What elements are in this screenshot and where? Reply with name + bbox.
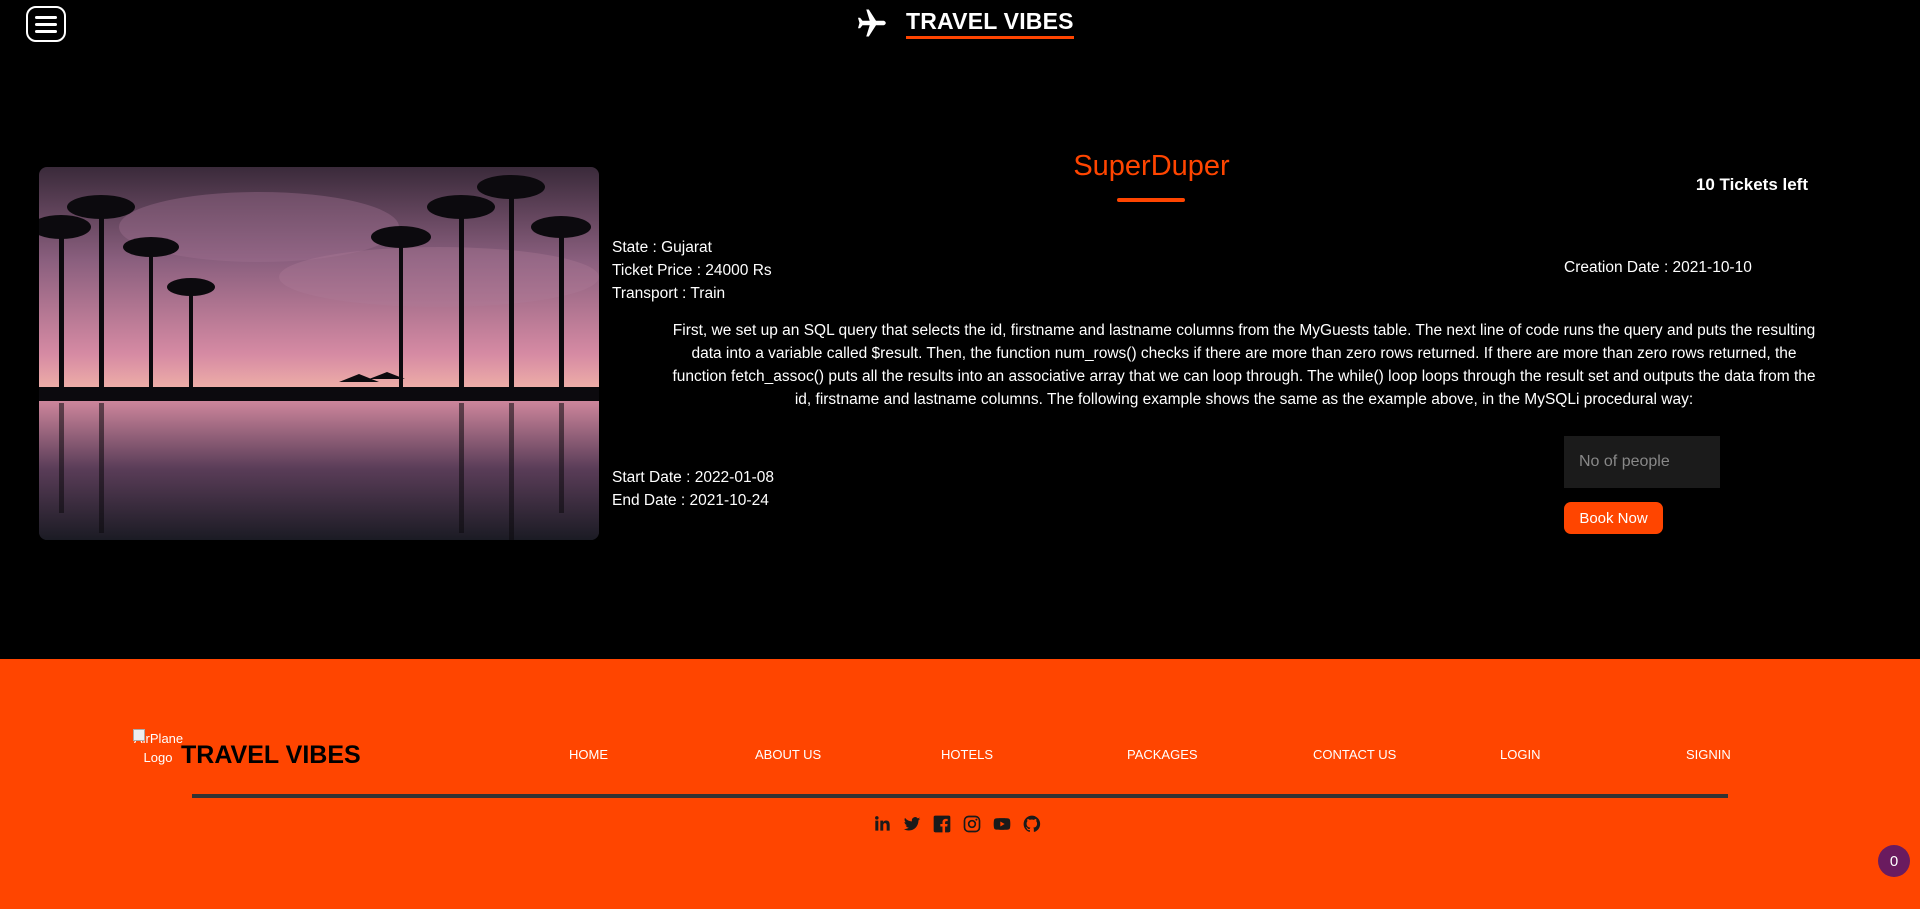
social-links (872, 814, 1042, 834)
youtube-icon[interactable] (992, 814, 1012, 834)
creation-date: Creation Date : 2021-10-10 (1564, 259, 1752, 276)
footer-link-hotels[interactable]: HOTELS (941, 747, 993, 762)
brand-title: TRAVEL VIBES (906, 8, 1074, 39)
package-description: First, we set up an SQL query that selec… (672, 322, 1816, 408)
book-now-button[interactable]: Book Now (1564, 502, 1663, 534)
instagram-icon[interactable] (962, 814, 982, 834)
transport-text: Transport : Train (612, 285, 726, 302)
broken-image-icon (133, 729, 145, 741)
tickets-left: 10 Tickets left (1695, 175, 1808, 194)
twitter-icon[interactable] (902, 814, 922, 834)
header-brand[interactable]: TRAVEL VIBES (852, 6, 1074, 40)
people-count-input[interactable] (1564, 436, 1720, 488)
menu-button[interactable] (26, 6, 66, 42)
footer-brand: TRAVEL VIBES (181, 741, 361, 769)
package-dates: Start Date : 2022-01-08 End Date : 2021-… (612, 466, 774, 512)
price-text: Ticket Price : 24000 Rs (612, 262, 772, 279)
footer-link-packages[interactable]: PACKAGES (1127, 747, 1198, 762)
notification-badge[interactable]: 0 (1878, 845, 1910, 877)
title-underline (1117, 198, 1185, 202)
state-text: State : Gujarat (612, 239, 712, 256)
footer-divider (192, 794, 1728, 798)
footer-logo: AirPlane Logo (133, 729, 183, 767)
footer-link-contact[interactable]: CONTACT US (1313, 747, 1396, 762)
package-title: SuperDuper (1073, 150, 1230, 182)
hamburger-icon (35, 15, 57, 19)
footer-link-login[interactable]: LOGIN (1500, 747, 1540, 762)
start-date: Start Date : 2022-01-08 (612, 469, 774, 486)
footer: AirPlane Logo TRAVEL VIBES HOME ABOUT US… (0, 659, 1920, 909)
footer-link-signin[interactable]: SIGNIN (1686, 747, 1731, 762)
facebook-icon[interactable] (932, 814, 952, 834)
linkedin-icon[interactable] (872, 814, 892, 834)
package-info: State : Gujarat Ticket Price : 24000 Rs … (612, 236, 772, 305)
footer-link-about[interactable]: ABOUT US (755, 747, 821, 762)
footer-link-home[interactable]: HOME (569, 747, 608, 762)
package-image (39, 167, 599, 540)
end-date: End Date : 2021-10-24 (612, 492, 769, 509)
github-icon[interactable] (1022, 814, 1042, 834)
airplane-icon (858, 9, 886, 37)
